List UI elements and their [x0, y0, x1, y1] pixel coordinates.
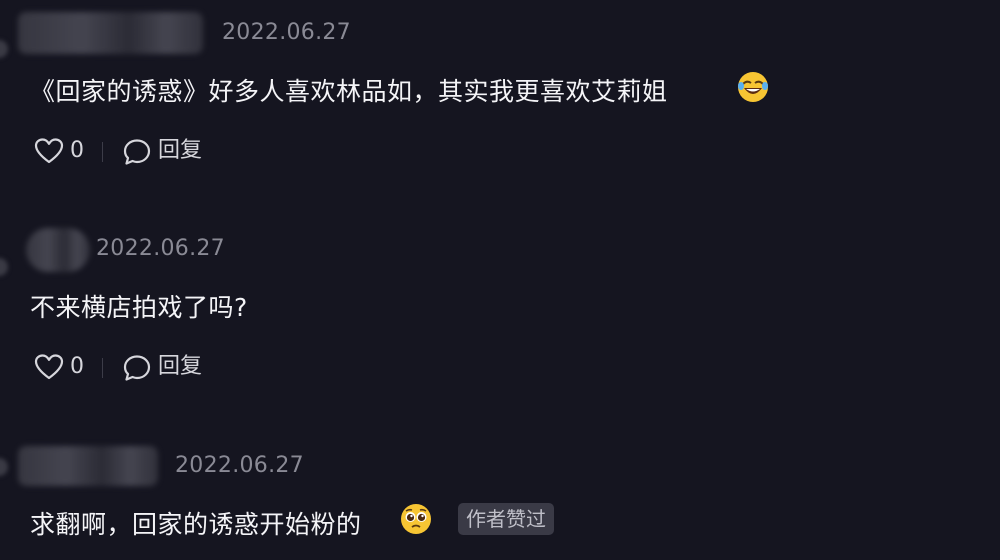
heart-icon[interactable]	[34, 136, 64, 166]
comment-item: 2022.06.27 求翻啊，回家的诱惑开始粉的 作者赞过	[0, 432, 1000, 560]
rofl-emoji-icon	[738, 72, 768, 102]
comment-actions: 0 回复	[34, 136, 234, 166]
reply-bubble-icon[interactable]	[122, 137, 152, 167]
pleading-face-emoji-icon	[401, 504, 431, 534]
username-blurred[interactable]	[18, 12, 203, 54]
reply-button[interactable]: 回复	[158, 352, 202, 382]
comment-actions: 0 回复	[34, 352, 234, 382]
like-count: 0	[70, 138, 84, 163]
avatar[interactable]	[0, 40, 8, 58]
comment-text: 不来横店拍戏了吗?	[30, 293, 248, 322]
username-blurred[interactable]	[18, 446, 158, 486]
author-liked-badge: 作者赞过	[458, 503, 554, 535]
divider	[102, 142, 103, 162]
reply-button[interactable]: 回复	[158, 136, 202, 166]
comment-text: 求翻啊，回家的诱惑开始粉的	[30, 510, 362, 539]
avatar[interactable]	[0, 458, 8, 476]
comment-date: 2022.06.27	[96, 236, 225, 261]
comment-item: 2022.06.27 《回家的诱惑》好多人喜欢林品如，其实我更喜欢艾莉姐 0 回…	[0, 0, 1000, 200]
reply-bubble-icon[interactable]	[122, 353, 152, 383]
username-blurred[interactable]	[26, 228, 90, 272]
divider	[102, 358, 103, 378]
like-count: 0	[70, 354, 84, 379]
heart-icon[interactable]	[34, 352, 64, 382]
avatar[interactable]	[0, 258, 8, 276]
comment-date: 2022.06.27	[175, 453, 304, 478]
comment-item: 2022.06.27 不来横店拍戏了吗? 0 回复	[0, 215, 1000, 415]
comment-date: 2022.06.27	[222, 20, 351, 45]
comment-text: 《回家的诱惑》好多人喜欢林品如，其实我更喜欢艾莉姐	[30, 77, 668, 106]
